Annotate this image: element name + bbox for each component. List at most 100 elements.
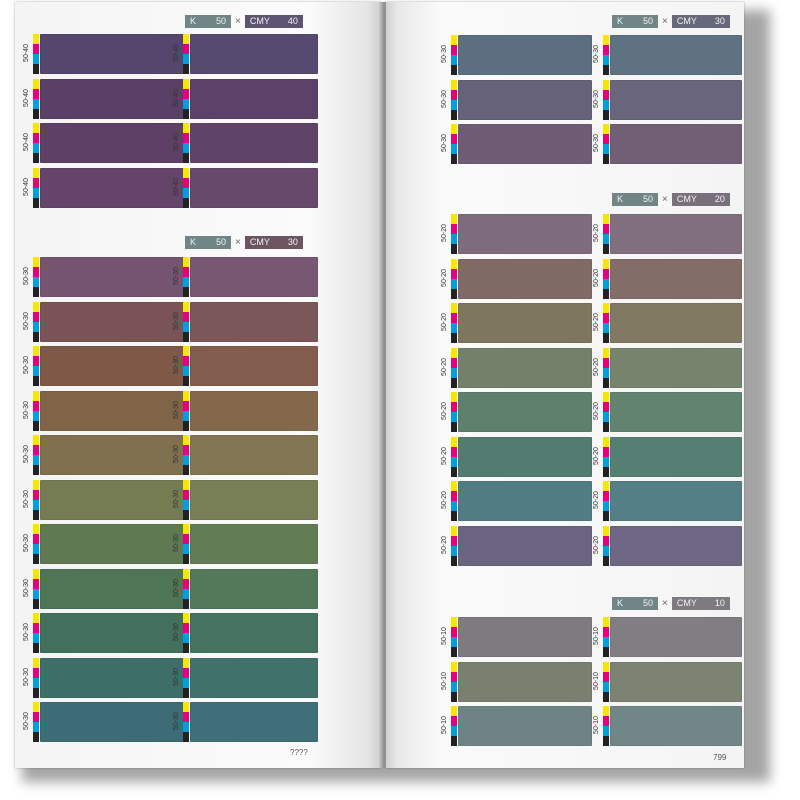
color-swatch[interactable] [458, 706, 592, 746]
color-swatch[interactable] [610, 348, 742, 388]
color-chip[interactable]: 50-30 [440, 124, 592, 164]
color-swatch[interactable] [610, 259, 742, 299]
color-swatch[interactable] [458, 437, 592, 477]
color-chip[interactable]: 50-20 [592, 481, 742, 521]
color-swatch[interactable] [610, 35, 742, 75]
color-chip[interactable]: 50-30 [172, 346, 318, 386]
color-swatch[interactable] [610, 662, 742, 702]
color-chip[interactable]: 50-30 [22, 613, 186, 653]
color-chip[interactable]: 50-20 [592, 437, 742, 477]
color-chip[interactable]: 50-30 [22, 435, 186, 475]
color-swatch[interactable] [40, 569, 186, 609]
color-swatch[interactable] [610, 214, 742, 254]
color-chip[interactable]: 50-30 [22, 480, 186, 520]
color-swatch[interactable] [610, 617, 742, 657]
color-swatch[interactable] [190, 435, 318, 475]
color-chip[interactable]: 50-40 [172, 168, 318, 208]
color-swatch[interactable] [40, 480, 186, 520]
color-chip[interactable]: 50-30 [22, 257, 186, 297]
color-chip[interactable]: 50-40 [22, 79, 186, 119]
color-swatch[interactable] [40, 302, 186, 342]
color-chip[interactable]: 50-20 [440, 481, 592, 521]
color-swatch[interactable] [610, 80, 742, 120]
color-swatch[interactable] [40, 257, 186, 297]
color-chip[interactable]: 50-10 [440, 662, 592, 702]
color-swatch[interactable] [458, 617, 592, 657]
color-chip[interactable]: 50-20 [440, 259, 592, 299]
color-chip[interactable]: 50-30 [172, 391, 318, 431]
color-chip[interactable]: 50-40 [22, 123, 186, 163]
color-chip[interactable]: 50-10 [440, 706, 592, 746]
color-swatch[interactable] [40, 346, 186, 386]
color-swatch[interactable] [190, 480, 318, 520]
color-chip[interactable]: 50-30 [172, 524, 318, 564]
color-chip[interactable]: 50-20 [440, 437, 592, 477]
color-swatch[interactable] [190, 302, 318, 342]
color-chip[interactable]: 50-20 [440, 526, 592, 566]
color-chip[interactable]: 50-20 [592, 348, 742, 388]
color-chip[interactable]: 50-30 [22, 391, 186, 431]
color-swatch[interactable] [40, 658, 186, 698]
color-swatch[interactable] [610, 303, 742, 343]
color-swatch[interactable] [190, 702, 318, 742]
color-chip[interactable]: 50-20 [440, 303, 592, 343]
color-chip[interactable]: 50-20 [440, 214, 592, 254]
color-swatch[interactable] [40, 613, 186, 653]
color-chip[interactable]: 50-10 [440, 617, 592, 657]
color-swatch[interactable] [190, 123, 318, 163]
color-chip[interactable]: 50-30 [172, 257, 318, 297]
color-chip[interactable]: 50-10 [592, 617, 742, 657]
color-swatch[interactable] [458, 259, 592, 299]
color-swatch[interactable] [458, 80, 592, 120]
color-chip[interactable]: 50-40 [22, 168, 186, 208]
color-chip[interactable]: 50-30 [172, 569, 318, 609]
color-swatch[interactable] [610, 124, 742, 164]
color-chip[interactable]: 50-30 [592, 80, 742, 120]
color-chip[interactable]: 50-30 [22, 702, 186, 742]
color-chip[interactable]: 50-30 [22, 346, 186, 386]
color-chip[interactable]: 50-30 [172, 480, 318, 520]
color-chip[interactable]: 50-10 [592, 662, 742, 702]
color-swatch[interactable] [190, 346, 318, 386]
color-chip[interactable]: 50-20 [592, 392, 742, 432]
color-swatch[interactable] [190, 524, 318, 564]
color-chip[interactable]: 50-20 [440, 392, 592, 432]
color-chip[interactable]: 50-30 [172, 613, 318, 653]
color-swatch[interactable] [610, 437, 742, 477]
color-chip[interactable]: 50-20 [592, 526, 742, 566]
color-chip[interactable]: 50-30 [22, 569, 186, 609]
color-chip[interactable]: 50-30 [172, 435, 318, 475]
color-chip[interactable]: 50-30 [172, 702, 318, 742]
color-chip[interactable]: 50-20 [592, 259, 742, 299]
color-chip[interactable]: 50-30 [440, 35, 592, 75]
color-swatch[interactable] [458, 124, 592, 164]
color-swatch[interactable] [40, 123, 186, 163]
color-swatch[interactable] [40, 79, 186, 119]
color-chip[interactable]: 50-20 [592, 303, 742, 343]
color-swatch[interactable] [458, 35, 592, 75]
color-chip[interactable]: 50-40 [172, 34, 318, 74]
color-swatch[interactable] [458, 481, 592, 521]
color-swatch[interactable] [190, 569, 318, 609]
color-swatch[interactable] [40, 435, 186, 475]
color-chip[interactable]: 50-40 [172, 123, 318, 163]
color-chip[interactable]: 50-20 [592, 214, 742, 254]
color-chip[interactable]: 50-10 [592, 706, 742, 746]
color-swatch[interactable] [458, 303, 592, 343]
color-swatch[interactable] [190, 168, 318, 208]
color-chip[interactable]: 50-30 [172, 658, 318, 698]
color-swatch[interactable] [458, 214, 592, 254]
color-swatch[interactable] [610, 526, 742, 566]
color-chip[interactable]: 50-30 [440, 80, 592, 120]
color-swatch[interactable] [190, 257, 318, 297]
color-swatch[interactable] [190, 79, 318, 119]
color-chip[interactable]: 50-30 [22, 524, 186, 564]
color-swatch[interactable] [190, 34, 318, 74]
color-swatch[interactable] [458, 348, 592, 388]
color-swatch[interactable] [190, 613, 318, 653]
color-chip[interactable]: 50-30 [22, 302, 186, 342]
color-swatch[interactable] [40, 34, 186, 74]
color-swatch[interactable] [610, 392, 742, 432]
color-chip[interactable]: 50-40 [22, 34, 186, 74]
color-swatch[interactable] [458, 392, 592, 432]
